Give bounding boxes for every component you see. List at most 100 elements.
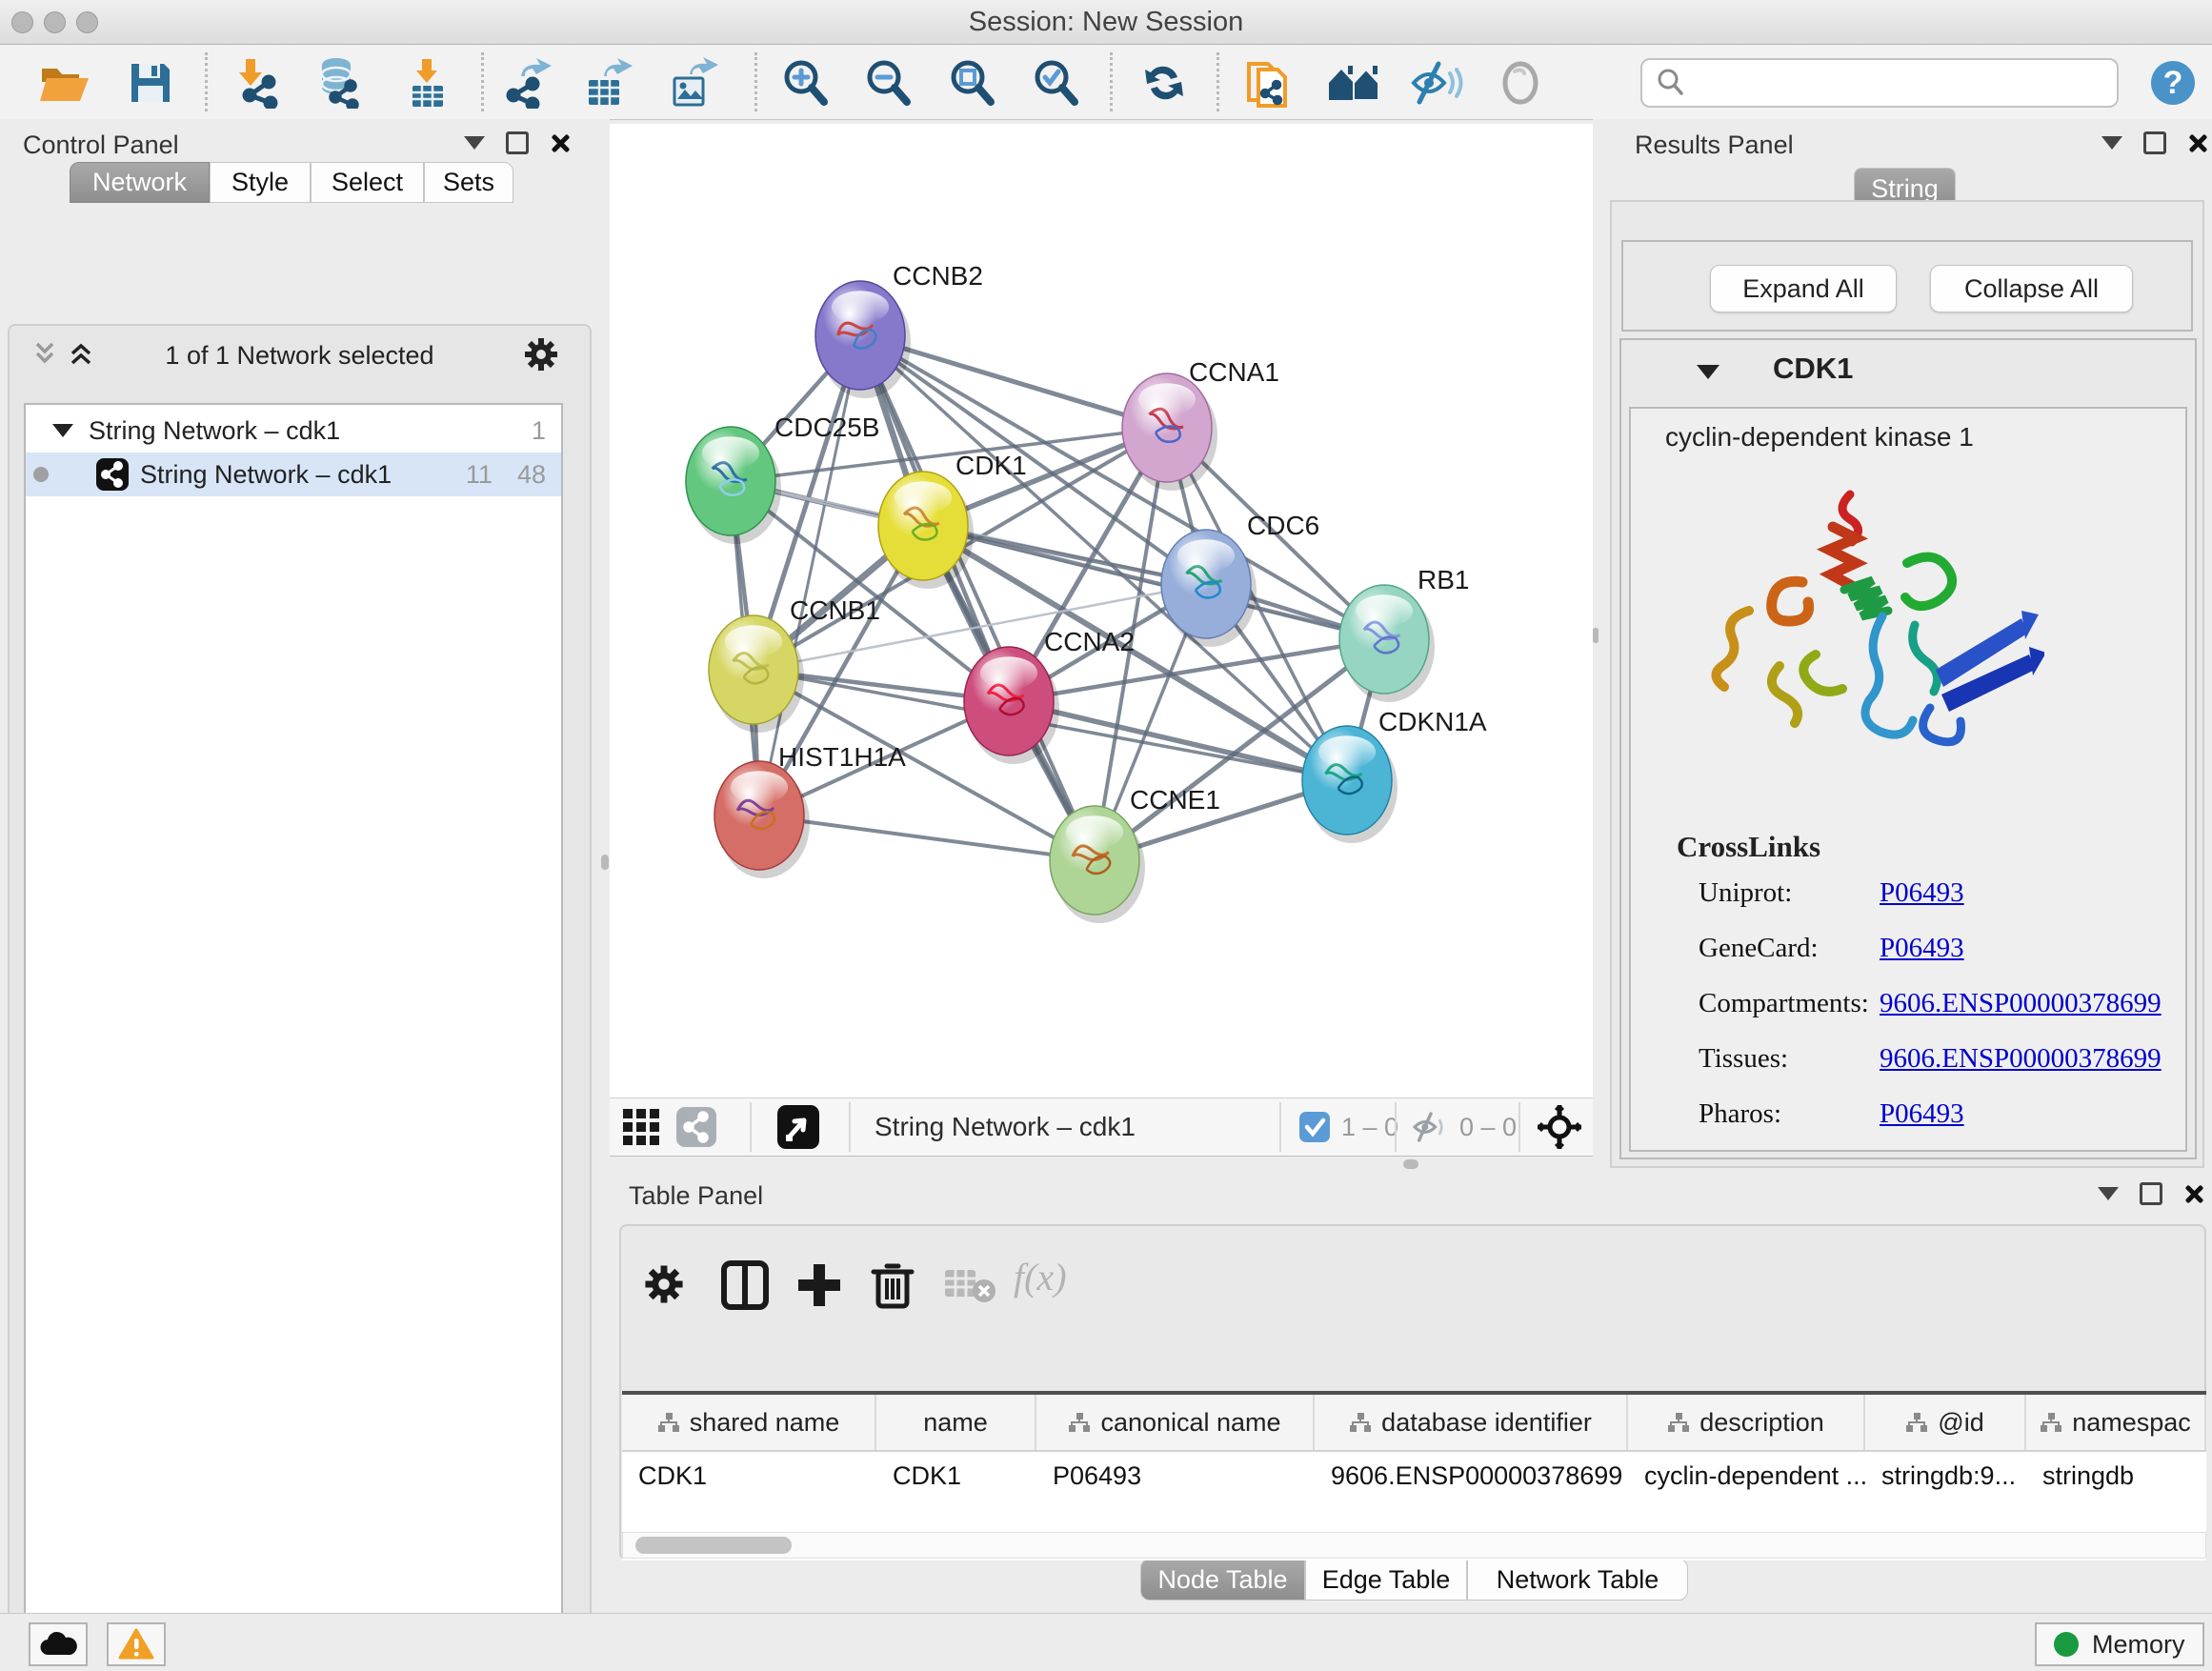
crosslink-link[interactable]: P06493 (1880, 877, 1964, 909)
table-cell[interactable]: stringdb:9... (1865, 1452, 2026, 1500)
column-header-name[interactable]: name (876, 1395, 1036, 1450)
section-expander-icon[interactable] (1697, 365, 1719, 379)
zoom-in-icon (780, 58, 830, 108)
help-button[interactable]: ? (2140, 56, 2206, 110)
search-input[interactable] (1640, 58, 2119, 108)
table-cell[interactable]: CDK1 (622, 1452, 876, 1500)
show-all-button[interactable] (1487, 56, 1554, 110)
table-panel-window-buttons (2098, 1182, 2202, 1205)
save-session-button[interactable] (117, 56, 184, 110)
fit-selected-crosshair-icon[interactable] (1538, 1105, 1581, 1149)
tab-select[interactable]: Select (311, 162, 424, 203)
table-cell[interactable]: cyclin-dependent ... (1628, 1452, 1865, 1500)
column-header-database-identifier[interactable]: database identifier (1315, 1395, 1628, 1450)
control-panel: Control Panel Network Style Select Sets … (0, 119, 600, 1613)
column-header--id[interactable]: @id (1865, 1395, 2026, 1450)
network-node-CDK1[interactable] (878, 472, 974, 589)
zoom-fit-button[interactable] (938, 56, 1005, 110)
table-row[interactable]: CDK1CDK1P064939606.ENSP00000378699cyclin… (622, 1452, 2206, 1500)
float-panel-icon[interactable] (506, 131, 529, 154)
close-panel-icon[interactable] (2183, 1184, 2202, 1203)
table-panel-title: Table Panel (629, 1181, 763, 1211)
network-canvas[interactable]: CCNB2CCNA1CDC25BCDK1CDC6RB1CCNB1CCNA2CDK… (610, 124, 1593, 1097)
close-panel-icon[interactable] (550, 133, 569, 152)
network-edge[interactable] (923, 526, 1384, 639)
import-network-button[interactable] (224, 56, 291, 110)
network-node-CDC25B[interactable] (686, 427, 781, 544)
new-network-from-selection-button[interactable] (1236, 56, 1302, 110)
crosslink-link[interactable]: P06493 (1880, 933, 1964, 964)
tab-style[interactable]: Style (210, 162, 311, 203)
table-cell[interactable]: CDK1 (876, 1452, 1036, 1500)
column-header-shared-name[interactable]: shared name (622, 1395, 876, 1450)
column-header-namespac[interactable]: namespac (2026, 1395, 2206, 1450)
collapse-panel-icon[interactable] (464, 136, 485, 150)
table-header-row[interactable]: shared namename canonical name database … (622, 1395, 2206, 1452)
network-node-CCNB1[interactable] (709, 615, 804, 733)
warnings-button[interactable] (107, 1622, 166, 1666)
memory-button[interactable]: Memory (2035, 1622, 2204, 1666)
network-row-selected[interactable]: String Network – cdk1 11 48 (26, 453, 561, 496)
tab-edge-table[interactable]: Edge Table (1305, 1559, 1467, 1601)
network-graph[interactable]: CCNB2CCNA1CDC25BCDK1CDC6RB1CCNB1CCNA2CDK… (610, 124, 1593, 1097)
network-node-CDKN1A[interactable] (1302, 726, 1398, 843)
table-cell[interactable]: 9606.ENSP00000378699 (1315, 1452, 1628, 1500)
delete-column-trash-icon[interactable] (871, 1258, 915, 1310)
network-node-CCNA1[interactable] (1122, 373, 1217, 491)
column-header-canonical-name[interactable]: canonical name (1036, 1395, 1315, 1450)
title-bar: Session: New Session (0, 0, 2212, 45)
network-node-HIST1H1A[interactable] (714, 761, 810, 878)
import-table-button[interactable] (393, 56, 460, 110)
export-table-button[interactable] (576, 56, 643, 110)
network-edge[interactable] (1009, 701, 1347, 780)
first-neighbors-button[interactable] (1321, 56, 1388, 110)
grid-view-icon[interactable] (623, 1109, 661, 1145)
network-node-CCNA2[interactable] (964, 647, 1059, 764)
tab-sets[interactable]: Sets (424, 162, 513, 203)
tree-expander-icon[interactable] (52, 424, 73, 437)
vertical-splitter-left[interactable] (600, 119, 610, 1613)
cloud-tasks-button[interactable] (29, 1622, 88, 1666)
export-image-button[interactable] (660, 56, 727, 110)
import-network-database-button[interactable] (305, 56, 372, 110)
zoom-in-button[interactable] (772, 56, 838, 110)
column-header-description[interactable]: description (1628, 1395, 1865, 1450)
network-options-gear-icon[interactable] (522, 335, 560, 373)
tab-node-table[interactable]: Node Table (1140, 1559, 1305, 1601)
network-node-RB1[interactable] (1339, 585, 1435, 702)
collapse-all-button[interactable]: Collapse All (1930, 265, 2133, 312)
expand-all-button[interactable]: Expand All (1710, 265, 1897, 312)
birdseye-view-icon[interactable] (777, 1105, 819, 1149)
collapse-panel-icon[interactable] (2101, 136, 2122, 150)
collapse-panel-icon[interactable] (2098, 1187, 2119, 1200)
show-columns-icon[interactable] (721, 1260, 769, 1310)
crosslink-link[interactable]: 9606.ENSP00000378699 (1880, 988, 2162, 1019)
table-cell[interactable]: P06493 (1036, 1452, 1315, 1500)
hide-selected-button[interactable] (1403, 56, 1470, 110)
selected-checkbox-icon[interactable] (1299, 1112, 1330, 1142)
zoom-out-button[interactable] (855, 56, 921, 110)
scrollbar-thumb[interactable] (635, 1537, 792, 1554)
export-network-button[interactable] (495, 56, 562, 110)
table-horizontal-scrollbar[interactable] (622, 1532, 2206, 1559)
apply-layout-button[interactable] (1131, 56, 1197, 110)
network-edge[interactable] (860, 335, 1095, 860)
crosslink-link[interactable]: P06493 (1880, 1098, 1964, 1130)
tab-network-table[interactable]: Network Table (1467, 1559, 1688, 1601)
create-column-plus-icon[interactable] (794, 1260, 844, 1310)
table-options-gear-icon[interactable] (642, 1262, 686, 1306)
crosslink-link[interactable]: 9606.ENSP00000378699 (1880, 1043, 2162, 1075)
network-node-CCNB2[interactable] (815, 281, 911, 398)
network-icon-inactive[interactable] (676, 1107, 716, 1147)
table-cell[interactable]: stringdb (2026, 1452, 2206, 1500)
float-panel-icon[interactable] (2140, 1182, 2162, 1205)
network-node-CDC6[interactable] (1161, 530, 1257, 647)
close-panel-icon[interactable] (2187, 133, 2206, 152)
tab-network[interactable]: Network (70, 162, 210, 203)
zoom-selected-button[interactable] (1022, 56, 1089, 110)
network-collection-row[interactable]: String Network – cdk1 1 (26, 409, 561, 453)
float-panel-icon[interactable] (2143, 131, 2166, 154)
open-session-button[interactable] (31, 56, 98, 110)
search-text-field[interactable] (1690, 68, 2117, 99)
network-node-CCNE1[interactable] (1050, 806, 1145, 923)
